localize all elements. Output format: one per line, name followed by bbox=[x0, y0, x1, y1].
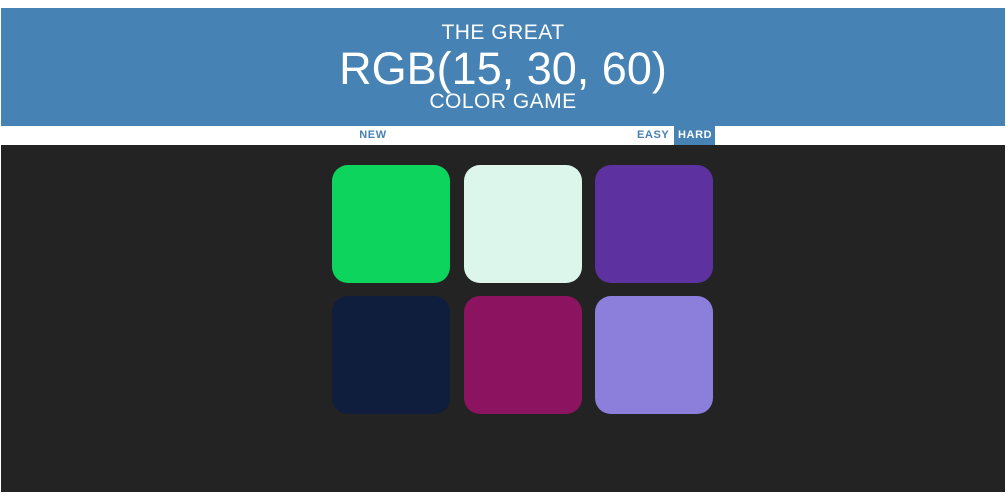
color-square-5[interactable] bbox=[464, 296, 582, 414]
new-colors-button[interactable]: NEW COLORS bbox=[330, 126, 416, 160]
header-banner: THE GREAT RGB(15, 30, 60) COLOR GAME bbox=[1, 8, 1005, 126]
title-line-color-game: COLOR GAME bbox=[429, 90, 577, 113]
color-game-page: THE GREAT RGB(15, 30, 60) COLOR GAME NEW… bbox=[0, 0, 1006, 500]
hard-mode-button[interactable]: HARD bbox=[674, 126, 715, 145]
color-square-4[interactable] bbox=[332, 296, 450, 414]
easy-mode-button[interactable]: EASY bbox=[633, 126, 673, 145]
color-square-1[interactable] bbox=[332, 165, 450, 283]
controls-stripe: NEW COLORS EASY HARD bbox=[0, 126, 1006, 160]
color-square-2[interactable] bbox=[464, 165, 582, 283]
title-line-the-great: THE GREAT bbox=[441, 21, 565, 44]
color-board bbox=[1, 145, 1005, 492]
color-square-3[interactable] bbox=[595, 165, 713, 283]
color-square-6[interactable] bbox=[595, 296, 713, 414]
target-color-display: RGB(15, 30, 60) bbox=[339, 43, 667, 94]
